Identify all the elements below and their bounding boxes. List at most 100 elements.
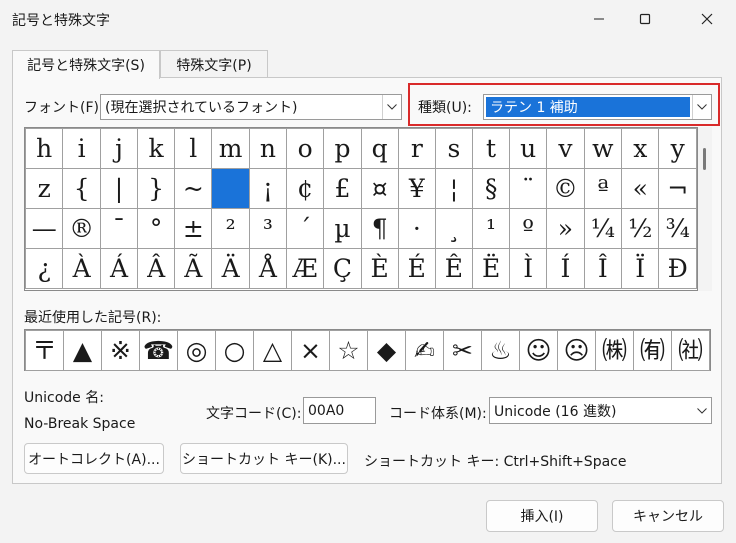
grid-cell[interactable]: » (546, 208, 585, 249)
tab-symbols[interactable]: 記号と特殊文字(S) (12, 50, 160, 79)
grid-cell[interactable]: ¬ (658, 168, 697, 209)
close-button[interactable] (684, 0, 730, 38)
grid-cell[interactable]: Â (137, 248, 176, 289)
maximize-button[interactable] (622, 0, 668, 38)
recent-symbol[interactable]: ☎ (139, 330, 178, 371)
shortcut-key-button[interactable]: ショートカット キー(K)... (180, 443, 348, 474)
grid-cell[interactable]: j (99, 128, 139, 169)
grid-cell[interactable]: É (397, 248, 436, 289)
recent-symbol[interactable]: ㈳ (671, 330, 710, 371)
grid-cell[interactable]: Ê (434, 248, 474, 289)
grid-cell[interactable]: ® (62, 208, 101, 249)
recent-symbols[interactable]: 〒 ▲ ※ ☎ ◎ ○ △ × ☆ ◆ ✍ ✂ ♨ ☺ ☹ ㈱㈲㈳ (24, 329, 711, 371)
grid-cell[interactable]: º (509, 208, 548, 249)
recent-symbol[interactable]: ㈲ (633, 330, 672, 371)
grid-cell[interactable]: ´ (285, 208, 325, 249)
recent-symbol[interactable]: ✂ (443, 330, 482, 371)
grid-cell[interactable]: r (397, 128, 436, 169)
grid-cell[interactable]: p (323, 128, 362, 169)
grid-cell[interactable]: ¨ (509, 168, 548, 209)
grid-cell[interactable]: ¿ (25, 248, 64, 289)
grid-cell[interactable]: ¸ (434, 208, 474, 249)
grid-cell[interactable]: ¼ (583, 208, 623, 249)
grid-cell[interactable]: ¶ (360, 208, 399, 249)
grid-cell[interactable]: Ï (621, 248, 660, 289)
scrollbar-thumb[interactable] (703, 148, 706, 170)
grid-cell[interactable]: ¯ (99, 208, 139, 249)
grid-cell[interactable]: « (621, 168, 660, 209)
character-grid[interactable]: h i j k l m n o p q r s t u v w x y z{|} ~ ¡ ¢ £ ¤ ¥ ¦ § ¨ © ª «¬ — ® ¯ ° ±… (24, 127, 698, 291)
font-combobox[interactable]: (現在選択されているフォント) (100, 94, 402, 120)
grid-cell-selected[interactable] (211, 168, 250, 209)
chevron-down-icon[interactable] (382, 95, 401, 119)
recent-symbol[interactable]: ✍ (405, 330, 444, 371)
grid-cell[interactable]: ² (211, 208, 250, 249)
grid-cell[interactable]: · (397, 208, 436, 249)
grid-cell[interactable]: Å (248, 248, 287, 289)
grid-cell[interactable]: Ð (658, 248, 697, 289)
grid-cell[interactable]: ½ (621, 208, 660, 249)
grid-cell[interactable]: n (248, 128, 287, 169)
grid-cell[interactable]: y (658, 128, 697, 169)
grid-cell[interactable]: ¾ (658, 208, 697, 249)
grid-cell[interactable]: t (471, 128, 511, 169)
grid-cell[interactable]: s (434, 128, 474, 169)
grid-cell[interactable]: ° (137, 208, 176, 249)
grid-cell[interactable]: w (583, 128, 623, 169)
recent-symbol[interactable]: ◆ (367, 330, 406, 371)
grid-cell[interactable]: Á (99, 248, 139, 289)
grid-cell[interactable]: Ì (509, 248, 548, 289)
grid-cell[interactable]: Ã (174, 248, 213, 289)
grid-cell[interactable]: ¦ (434, 168, 474, 209)
grid-cell[interactable]: v (546, 128, 585, 169)
grid-cell[interactable]: i (62, 128, 101, 169)
grid-cell[interactable]: q (360, 128, 399, 169)
grid-cell[interactable]: § (471, 168, 511, 209)
recent-symbol[interactable]: ♨ (481, 330, 520, 371)
recent-symbol[interactable]: 〒 (25, 330, 64, 371)
recent-symbol[interactable]: △ (253, 330, 292, 371)
charcode-input[interactable]: 00A0 (303, 397, 376, 424)
grid-cell[interactable]: ~ (174, 168, 213, 209)
chevron-down-icon[interactable] (693, 398, 711, 423)
grid-cell[interactable]: l (174, 128, 213, 169)
grid-cell[interactable]: À (62, 248, 101, 289)
grid-cell[interactable]: ª (583, 168, 623, 209)
grid-cell[interactable]: ¹ (471, 208, 511, 249)
grid-cell[interactable]: © (546, 168, 585, 209)
grid-cell[interactable]: ¢ (285, 168, 325, 209)
grid-cell[interactable]: ³ (248, 208, 287, 249)
recent-symbol[interactable]: ☺ (519, 330, 558, 371)
grid-cell[interactable]: Ä (211, 248, 250, 289)
grid-cell[interactable]: k (137, 128, 176, 169)
grid-cell[interactable]: ¥ (397, 168, 436, 209)
grid-cell[interactable]: ¡ (248, 168, 287, 209)
grid-cell[interactable]: Ç (323, 248, 362, 289)
grid-cell[interactable]: — (25, 208, 64, 249)
grid-cell[interactable]: ¤ (360, 168, 399, 209)
grid-cell[interactable]: ± (174, 208, 213, 249)
recent-symbol[interactable]: ☹ (557, 330, 596, 371)
grid-cell[interactable]: m (211, 128, 250, 169)
recent-symbol[interactable]: ◎ (177, 330, 216, 371)
grid-cell[interactable]: u (509, 128, 548, 169)
grid-cell[interactable]: h (25, 128, 64, 169)
grid-cell[interactable]: } (137, 168, 176, 209)
recent-symbol[interactable]: × (291, 330, 330, 371)
grid-cell[interactable]: È (360, 248, 399, 289)
recent-symbol[interactable]: ☆ (329, 330, 368, 371)
insert-button[interactable]: 挿入(I) (486, 500, 598, 532)
recent-symbol[interactable]: ㈱ (595, 330, 634, 371)
cancel-button[interactable]: キャンセル (612, 500, 724, 532)
grid-cell[interactable]: x (621, 128, 660, 169)
grid-cell[interactable]: o (285, 128, 325, 169)
recent-symbol[interactable]: ○ (215, 330, 254, 371)
tab-special-characters[interactable]: 特殊文字(P) (160, 50, 268, 78)
recent-symbol[interactable]: ※ (101, 330, 140, 371)
grid-cell[interactable]: | (99, 168, 139, 209)
grid-cell[interactable]: µ (323, 208, 362, 249)
grid-cell[interactable]: Î (583, 248, 623, 289)
autocorrect-button[interactable]: オートコレクト(A)... (24, 443, 164, 474)
grid-cell[interactable]: z (25, 168, 64, 209)
grid-cell[interactable]: Æ (285, 248, 325, 289)
